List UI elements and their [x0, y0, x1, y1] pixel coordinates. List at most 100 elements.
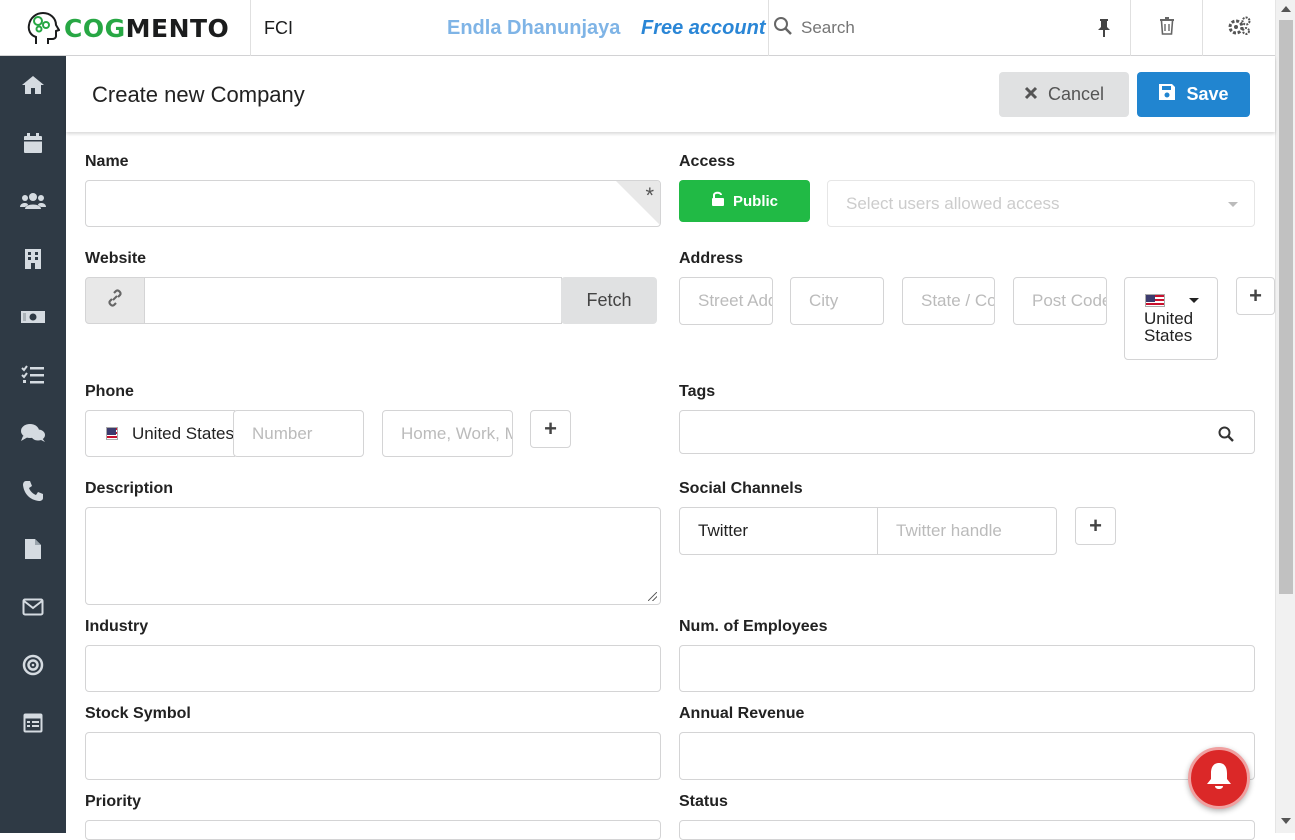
- logo[interactable]: COGMENTO: [0, 0, 251, 56]
- sidebar-item-tasks[interactable]: [0, 346, 66, 404]
- link-icon: [105, 288, 125, 313]
- fetch-button[interactable]: Fetch: [561, 277, 657, 324]
- bell-icon: [1205, 761, 1233, 796]
- sidebar-item-forms[interactable]: [0, 694, 66, 752]
- form-icon: [23, 713, 43, 733]
- dropdown-caret-icon: [1189, 298, 1199, 303]
- plus-icon: +: [544, 416, 557, 441]
- contacts-icon: [20, 193, 46, 209]
- social-handle-placeholder: Twitter handle: [896, 521, 1002, 540]
- name-field[interactable]: *: [85, 180, 661, 227]
- target-icon: [22, 654, 44, 676]
- pin-icon[interactable]: [1096, 18, 1112, 43]
- description-label: Description: [85, 480, 174, 497]
- social-handle-input[interactable]: Twitter handle: [877, 507, 1057, 555]
- home-icon: [22, 76, 44, 94]
- add-phone-button[interactable]: +: [530, 410, 571, 448]
- sidebar-item-contacts[interactable]: [0, 172, 66, 230]
- state-placeholder: State / County: [921, 291, 994, 310]
- sidebar-item-deals[interactable]: [0, 288, 66, 346]
- cancel-button[interactable]: Cancel: [999, 72, 1129, 117]
- social-channels-label: Social Channels: [679, 480, 803, 497]
- phone-country-select[interactable]: United States: [85, 410, 235, 457]
- sidebar-item-documents[interactable]: [0, 520, 66, 578]
- sidebar-item-companies[interactable]: [0, 230, 66, 288]
- gears-icon: [1227, 16, 1251, 41]
- sidebar-item-campaigns[interactable]: [0, 636, 66, 694]
- annual-revenue-label: Annual Revenue: [679, 705, 805, 722]
- chat-icon: [21, 424, 45, 442]
- tasks-icon: [21, 365, 44, 384]
- calendar-icon: [24, 133, 42, 153]
- address-country-select[interactable]: United States: [1124, 277, 1218, 360]
- scroll-up-arrow-icon[interactable]: [1281, 6, 1291, 12]
- add-social-button[interactable]: +: [1075, 507, 1116, 545]
- priority-select[interactable]: [85, 820, 661, 840]
- search-box: [768, 0, 1130, 56]
- stock-symbol-label: Stock Symbol: [85, 705, 191, 722]
- address-label: Address: [679, 250, 744, 267]
- stock-symbol-input[interactable]: [85, 732, 661, 780]
- access-users-select[interactable]: Select users allowed access: [827, 180, 1255, 227]
- search-input[interactable]: [801, 18, 1081, 38]
- notification-button[interactable]: [1188, 747, 1250, 809]
- employees-input[interactable]: [679, 645, 1255, 692]
- add-address-button[interactable]: +: [1236, 277, 1275, 315]
- description-textarea[interactable]: [85, 507, 661, 605]
- city-input[interactable]: City: [790, 277, 884, 325]
- status-select[interactable]: [679, 820, 1255, 840]
- search-icon: [773, 16, 793, 41]
- org-name: FCI: [264, 18, 293, 38]
- page-scrollbar[interactable]: [1275, 0, 1295, 833]
- sidebar-item-calls[interactable]: [0, 462, 66, 520]
- sidebar-item-cases[interactable]: [0, 404, 66, 462]
- tags-input[interactable]: [679, 410, 1255, 454]
- settings-button[interactable]: [1202, 0, 1274, 56]
- website-label: Website: [85, 250, 147, 267]
- website-link-box: [85, 277, 145, 324]
- sidebar: [0, 56, 66, 833]
- save-label: Save: [1186, 84, 1229, 104]
- save-button[interactable]: Save: [1137, 72, 1250, 117]
- plus-icon: +: [1249, 283, 1262, 308]
- street-input[interactable]: Street Address: [679, 277, 773, 325]
- scroll-down-arrow-icon[interactable]: [1281, 818, 1291, 824]
- scroll-thumb[interactable]: [1279, 20, 1293, 594]
- access-placeholder: Select users allowed access: [846, 193, 1060, 213]
- phone-number-placeholder: Number: [252, 423, 313, 443]
- us-flag-icon: [1145, 294, 1165, 307]
- search-icon: [1218, 426, 1234, 447]
- trash-button[interactable]: [1130, 0, 1202, 56]
- us-flag-icon: [106, 427, 118, 440]
- floppy-icon: [1158, 83, 1176, 106]
- phone-type-placeholder: Home, Work, Mobile: [401, 423, 512, 443]
- unlock-icon: [711, 191, 725, 211]
- close-icon: [1024, 84, 1038, 105]
- priority-label: Priority: [85, 793, 142, 810]
- industry-input[interactable]: [85, 645, 661, 692]
- annual-revenue-input[interactable]: [679, 732, 1255, 780]
- trash-icon: [1159, 16, 1175, 40]
- public-access-button[interactable]: Public: [679, 180, 810, 222]
- sidebar-item-home[interactable]: [0, 56, 66, 114]
- street-placeholder: Street Address: [698, 291, 772, 310]
- social-channel-select[interactable]: Twitter: [679, 507, 879, 555]
- resize-grip-icon[interactable]: [648, 592, 657, 601]
- user-name[interactable]: Endla Dhanunjaya: [447, 17, 620, 40]
- industry-label: Industry: [85, 618, 149, 635]
- sidebar-item-email[interactable]: [0, 578, 66, 636]
- phone-type-input[interactable]: Home, Work, Mobile: [382, 410, 513, 457]
- postcode-placeholder: Post Code: [1032, 291, 1107, 310]
- state-input[interactable]: State / County: [902, 277, 995, 325]
- account-plan[interactable]: Free account: [641, 17, 765, 40]
- phone-number-input[interactable]: Number: [233, 410, 364, 457]
- postcode-input[interactable]: Post Code: [1013, 277, 1107, 325]
- dropdown-caret-icon: [1228, 202, 1238, 207]
- logo-text: COGMENTO: [64, 13, 230, 43]
- envelope-icon: [22, 598, 44, 616]
- sidebar-item-calendar[interactable]: [0, 114, 66, 172]
- public-label: Public: [732, 192, 778, 210]
- social-channel-text: Twitter: [698, 521, 749, 540]
- website-input[interactable]: [144, 277, 562, 324]
- page-title: Create new Company: [92, 82, 305, 107]
